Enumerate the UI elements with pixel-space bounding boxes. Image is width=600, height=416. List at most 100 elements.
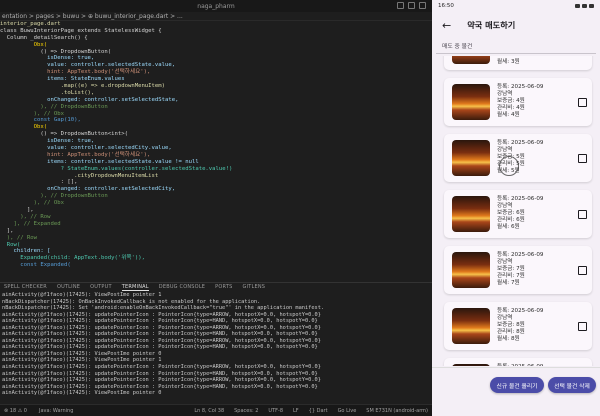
code-line[interactable]: interior_page.dart xyxy=(0,21,432,28)
code-line[interactable]: value: controller.selectedCity.value, xyxy=(0,145,432,152)
code-text: const Expanded( xyxy=(0,262,71,269)
listing-line: 등록: 2025-06-09 xyxy=(497,364,543,366)
code-line[interactable]: Expanded(child: AppText.body('위쪽')), xyxy=(0,255,432,262)
breadcrumb[interactable]: entation > pages > buwu > ⊕ buwu_interio… xyxy=(0,12,432,21)
code-line[interactable]: ], // Expanded xyxy=(0,221,432,228)
tab-terminal[interactable]: TERMINAL xyxy=(121,284,149,291)
code-line[interactable]: isDense: true, xyxy=(0,138,432,145)
panel-icon[interactable] xyxy=(408,2,415,9)
code-line[interactable]: () => DropdownButton<int>( xyxy=(0,131,432,138)
code-line[interactable]: Column _detailSearch() { xyxy=(0,35,432,42)
listing-line: 관리비: 7원 xyxy=(497,273,525,279)
status-item[interactable]: Ln 8, Col 38 xyxy=(194,408,224,414)
status-item[interactable]: SM E731N (android-arm) xyxy=(366,408,428,414)
terminal-output[interactable]: ainActivity(@f1faco)(17425): ViewPostIme… xyxy=(0,292,432,403)
listing-card[interactable]: 등록: 2025-06-09 강남역 보증금: 5원 관리비: 5원 월세: 5원 xyxy=(444,134,592,182)
code-line[interactable]: onChanged: controller.setSelectedCity, xyxy=(0,186,432,193)
listing-details: 등록: 2025-06-09 강남역 보증금: 7원 관리비: 7원 월세: 7원 xyxy=(497,252,543,287)
section-header: 매도 중 물건 xyxy=(436,38,596,54)
tab-ports[interactable]: PORTS xyxy=(215,284,232,290)
listing-line: 강남역 xyxy=(497,203,513,209)
listing-card[interactable]: 등록: 2025-06-09 강남역 보증금: 7원 관리비: 7원 월세: 7원 xyxy=(444,246,592,294)
code-line[interactable]: Row( xyxy=(0,242,432,249)
code-line[interactable]: hint: AppText.body('선택하세요'), xyxy=(0,69,432,76)
problems-indicator[interactable]: ⊗ 18 ⚠ 0 xyxy=(4,408,27,414)
code-text: .toList(), xyxy=(0,89,95,96)
java-status[interactable]: Java: Warning xyxy=(39,408,73,414)
layout-icon[interactable] xyxy=(397,2,404,9)
listing-card[interactable]: 등록: 2025-06-09 강남역 보증금: 4원 관리비: 4원 월세: 4원 xyxy=(444,78,592,126)
status-item[interactable]: LF xyxy=(293,408,299,414)
code-line[interactable]: : [], xyxy=(0,179,432,186)
status-item[interactable]: Go Live xyxy=(338,408,357,414)
tab-outline[interactable]: OUTLINE xyxy=(57,284,80,290)
listing-card[interactable]: 등록: 2025-06-09 강남역 보증금: 8원 관리비: 8원 월세: 8원 xyxy=(444,302,592,350)
code-text: ), // DropdownButton xyxy=(0,103,108,110)
code-line[interactable]: items: StateEnum.values xyxy=(0,76,432,83)
code-line[interactable]: () => DropdownButton( xyxy=(0,49,432,56)
listing-line: 보증금: 8원 xyxy=(497,322,525,328)
listing-line: 강남역 xyxy=(497,147,513,153)
listing-line: 월세: 3원 xyxy=(497,59,520,65)
select-checkbox[interactable] xyxy=(578,154,587,163)
listing-card[interactable]: 등록: 2025-06-09 xyxy=(444,358,592,366)
code-text: hint: AppText.body('선택하세요'), xyxy=(0,69,151,76)
delete-selected-button[interactable]: 선택 물건 삭제 xyxy=(548,377,596,393)
code-line[interactable]: Obx( xyxy=(0,42,432,49)
listing-photo xyxy=(452,84,490,120)
tab-debug-console[interactable]: DEBUG CONSOLE xyxy=(159,284,205,290)
code-line[interactable]: .cityDropdownMenuItemList xyxy=(0,173,432,180)
select-checkbox[interactable] xyxy=(578,210,587,219)
select-checkbox[interactable] xyxy=(578,98,587,107)
listing-line: 보증금: 7원 xyxy=(497,266,525,272)
code-editor[interactable]: interior_page.dart class BuwuInteriorPage… xyxy=(0,21,432,281)
listing-line: 등록: 2025-06-09 xyxy=(497,252,544,258)
code-line[interactable]: class BuwuInteriorPage extends Stateless… xyxy=(0,28,432,35)
code-line[interactable]: hint: AppText.body('선택하세요'), xyxy=(0,152,432,159)
window-titlebar: naga_pharm xyxy=(0,0,432,12)
status-bar-right: Ln 8, Col 38 Spaces: 2 UTF-8 LF {} Dart Go Li… xyxy=(194,408,432,414)
select-checkbox[interactable] xyxy=(578,322,587,331)
app-bar: ← 약국 매도하기 xyxy=(432,12,600,38)
listing-list[interactable]: 월세: 3원 등록: 2025-06-09 강남역 보증금: 4원 관리비: 4원 월세… xyxy=(432,56,600,366)
code-line[interactable]: ? StateEnum.values(controller.selectedSt… xyxy=(0,166,432,173)
code-line[interactable]: Obx( xyxy=(0,124,432,131)
listing-line: 관리비: 4원 xyxy=(497,105,525,111)
code-line[interactable]: ), // Obx xyxy=(0,111,432,118)
vscode-window: naga_pharm entation > pages > buwu > ⊕ b… xyxy=(0,0,432,416)
tab-gitlens[interactable]: GITLENS xyxy=(242,284,265,290)
select-checkbox[interactable] xyxy=(578,266,587,275)
code-line[interactable]: .map((e) => e.dropdownMenuItem) xyxy=(0,83,432,90)
window-title: naga_pharm xyxy=(197,2,235,10)
code-line[interactable]: .toList(), xyxy=(0,90,432,97)
tab-spell-checker[interactable]: SPELL CHECKER xyxy=(4,284,47,290)
tab-output[interactable]: OUTPUT xyxy=(90,284,112,290)
code-text: Obx( xyxy=(0,124,48,131)
listing-card[interactable]: 월세: 3원 xyxy=(444,56,592,70)
code-line[interactable]: ], xyxy=(0,207,432,214)
android-emulator: 16:50 ← 약국 매도하기 매도 중 물건 월세: 3원 등록: 2025-… xyxy=(432,0,600,416)
code-line[interactable]: isDense: true, xyxy=(0,55,432,62)
listing-line: 월세: 7원 xyxy=(497,280,520,286)
code-line[interactable]: ), // Row xyxy=(0,214,432,221)
code-line[interactable]: onChanged: controller.setSelectedState, xyxy=(0,97,432,104)
code-line[interactable]: ), // Obx xyxy=(0,200,432,207)
status-item[interactable]: Spaces: 2 xyxy=(234,408,258,414)
code-line[interactable]: ), // DropdownButton xyxy=(0,104,432,111)
back-arrow-icon[interactable]: ← xyxy=(442,20,451,31)
code-line[interactable]: ), // Row xyxy=(0,235,432,242)
code-line[interactable]: const Gap(10), xyxy=(0,117,432,124)
sidebar-icon[interactable] xyxy=(419,2,426,9)
listing-details: 월세: 3원 xyxy=(497,59,520,66)
status-item[interactable]: UTF-8 xyxy=(268,408,283,414)
listing-card[interactable]: 등록: 2025-06-09 강남역 보증금: 6원 관리비: 6원 월세: 6원 xyxy=(444,190,592,238)
code-text: hint: AppText.body('선택하세요'), xyxy=(0,151,151,158)
code-line[interactable]: ], xyxy=(0,228,432,235)
code-text: .cityDropdownMenuItemList xyxy=(0,172,159,179)
code-line[interactable]: items: controller.selectedState.value !=… xyxy=(0,159,432,166)
listing-line: 등록: 2025-06-09 xyxy=(497,140,544,146)
code-line[interactable]: const Expanded( xyxy=(0,262,432,269)
code-line[interactable]: ), // DropdownButton xyxy=(0,193,432,200)
status-item[interactable]: {} Dart xyxy=(309,408,328,414)
add-listing-button[interactable]: 신규 물건 올리기 xyxy=(490,377,544,393)
